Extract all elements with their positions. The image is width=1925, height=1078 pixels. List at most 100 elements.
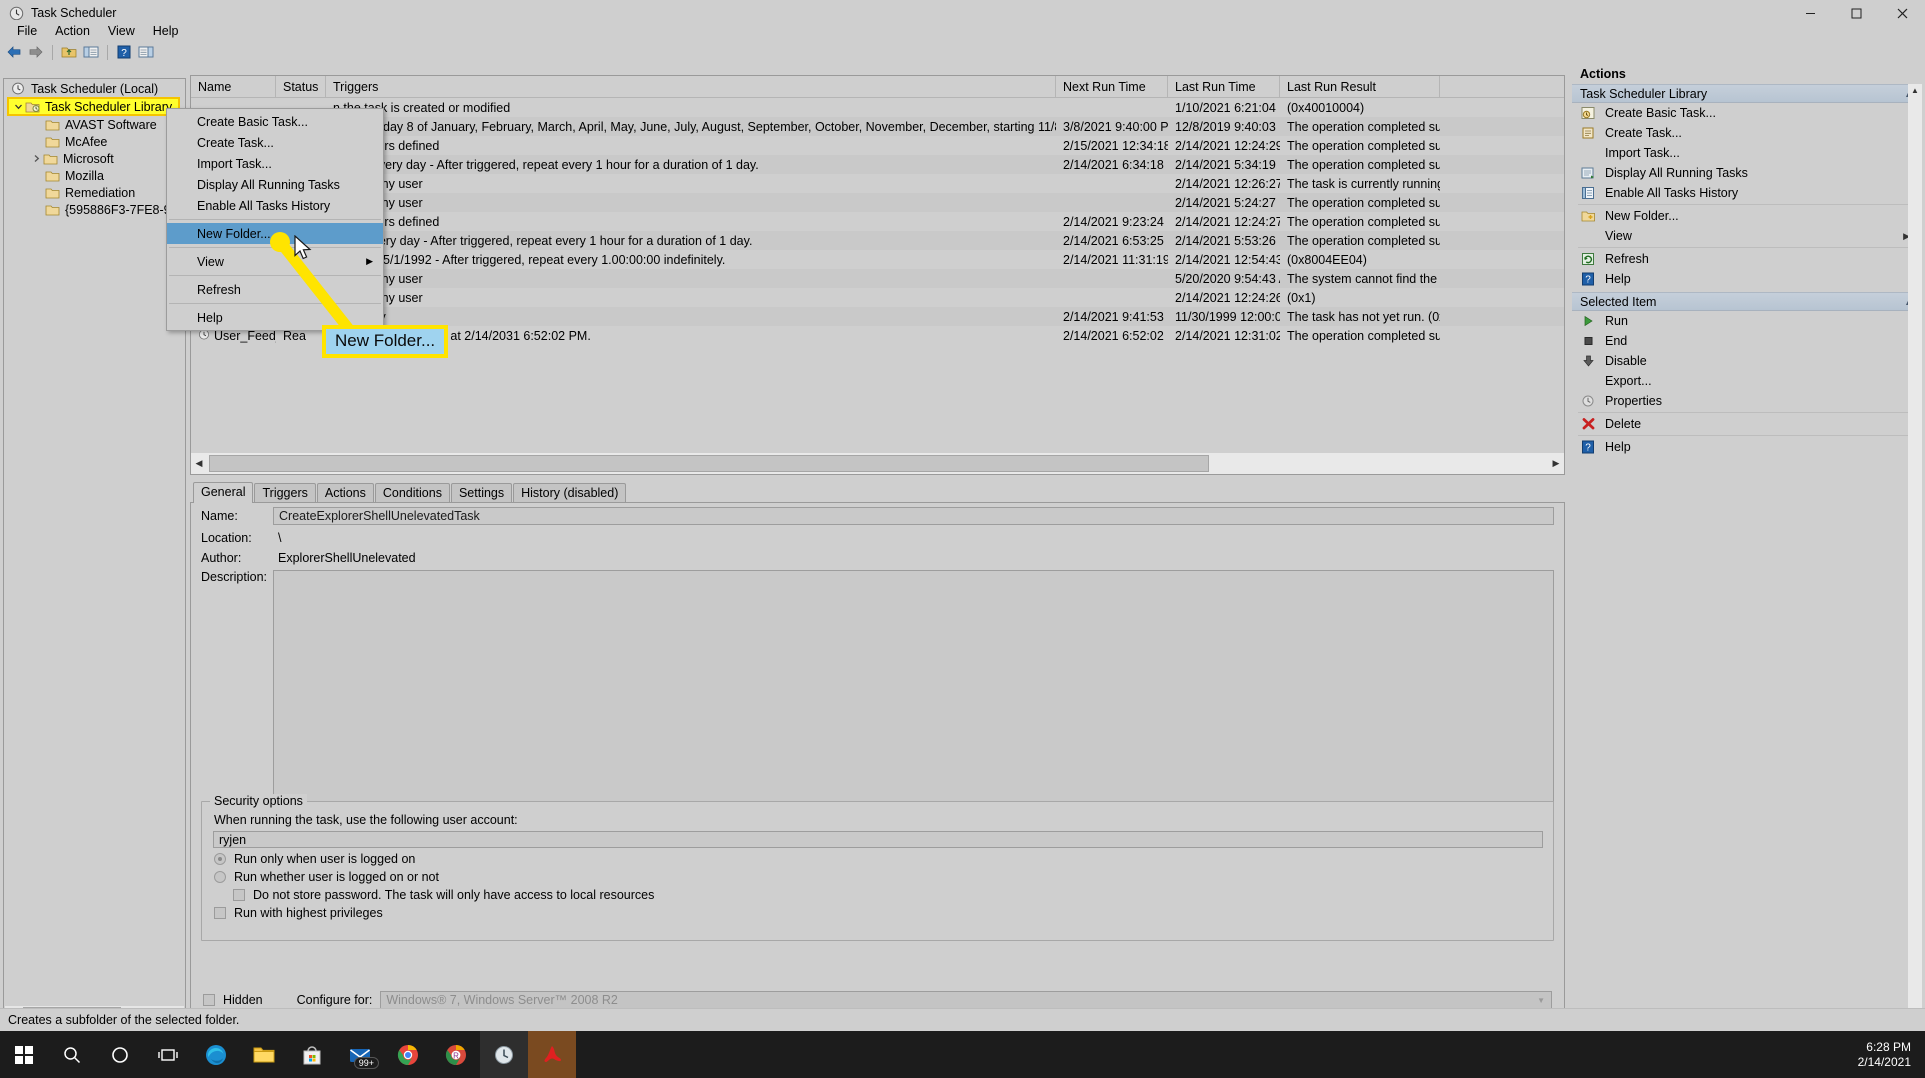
task-scheduler-button[interactable] [480, 1031, 528, 1078]
edge-button[interactable] [192, 1031, 240, 1078]
cortana-button[interactable] [96, 1031, 144, 1078]
task-view-button[interactable] [144, 1031, 192, 1078]
column-header-status[interactable]: Status [276, 76, 326, 98]
tab-actions[interactable]: Actions [316, 483, 374, 503]
microsoft-store-button[interactable] [288, 1031, 336, 1078]
checkbox-icon[interactable] [233, 889, 245, 901]
scroll-right-icon[interactable]: ▶ [1548, 458, 1564, 469]
tab-conditions[interactable]: Conditions [374, 483, 450, 503]
action-run[interactable]: Run [1572, 311, 1922, 331]
tree-item-mcafee[interactable]: McAfee [5, 133, 184, 150]
tree-item-mozilla[interactable]: Mozilla [5, 167, 184, 184]
tree-item-avast-software[interactable]: AVAST Software [5, 116, 184, 133]
action-create-task[interactable]: Create Task... [1572, 123, 1922, 143]
actions-section-task-scheduler-library[interactable]: Task Scheduler Library ▲ [1572, 84, 1922, 103]
description-field[interactable] [273, 570, 1554, 802]
search-button[interactable] [48, 1031, 96, 1078]
column-header-last-run-result[interactable]: Last Run Result [1280, 76, 1440, 98]
context-menu-item-display-all-running-tasks[interactable]: Display All Running Tasks [167, 174, 383, 195]
action-import-task[interactable]: Import Task... [1572, 143, 1922, 163]
context-menu-item-import-task[interactable]: Import Task... [167, 153, 383, 174]
show-action-pane-icon[interactable] [136, 43, 156, 62]
file-explorer-button[interactable] [240, 1031, 288, 1078]
task-list-horizontal-scrollbar[interactable]: ◀ ▶ [191, 453, 1564, 474]
show-hide-tree-icon[interactable] [81, 43, 101, 62]
column-header-last-run-time[interactable]: Last Run Time [1168, 76, 1280, 98]
taskbar-clock[interactable]: 6:28 PM 2/14/2021 [1858, 1040, 1911, 1070]
configure-for-select[interactable]: Windows® 7, Windows Server™ 2008 R2 ▼ [380, 991, 1552, 1009]
column-header-triggers[interactable]: Triggers [326, 76, 1056, 98]
scroll-up-icon[interactable]: ▲ [1908, 84, 1922, 98]
menu-help[interactable]: Help [144, 22, 188, 40]
start-button[interactable] [0, 1031, 48, 1078]
chevron-down-icon[interactable]: ▼ [1537, 996, 1545, 1005]
acrobat-button[interactable] [528, 1031, 576, 1078]
table-row[interactable]: 0 PM on day 8 of January, February, Marc… [191, 117, 1564, 136]
action-end[interactable]: End [1572, 331, 1922, 351]
action-properties[interactable]: Properties [1572, 391, 1922, 411]
action-export[interactable]: Export... [1572, 371, 1922, 391]
column-header-name[interactable]: Name [191, 76, 276, 98]
table-row[interactable]: g on of any user 2/14/2021 12:26:27 PM T… [191, 174, 1564, 193]
column-header-next-run-time[interactable]: Next Run Time [1056, 76, 1168, 98]
action-disable[interactable]: Disable [1572, 351, 1922, 371]
chevron-right-icon[interactable] [29, 154, 43, 163]
tree-item-guid-folder[interactable]: {595886F3-7FE8-9( [5, 201, 184, 218]
up-folder-icon[interactable] [59, 43, 79, 62]
action-enable-all-tasks-history[interactable]: Enable All Tasks History [1572, 183, 1922, 203]
menu-view[interactable]: View [99, 22, 144, 40]
scroll-left-icon[interactable]: ◀ [191, 458, 207, 469]
user-account-field[interactable]: ryjen [213, 831, 1543, 848]
chrome-beta-button[interactable]: R [432, 1031, 480, 1078]
actions-section-selected-item[interactable]: Selected Item ▲ [1572, 292, 1922, 311]
tab-history[interactable]: History (disabled) [513, 483, 627, 503]
tree-item-task-scheduler-library[interactable]: Task Scheduler Library [7, 97, 180, 116]
radio-icon[interactable] [214, 853, 226, 865]
table-row[interactable]: g on of any user 2/14/2021 12:24:26 PM (… [191, 288, 1564, 307]
radio-icon[interactable] [214, 871, 226, 883]
scroll-thumb[interactable] [209, 455, 1209, 472]
name-field[interactable]: CreateExplorerShellUnelevatedTask [273, 507, 1554, 525]
context-menu-item-view[interactable]: View ▶ [167, 251, 383, 272]
mail-button[interactable]: 99+ [336, 1031, 384, 1078]
table-row[interactable]: g on of any user 5/20/2020 9:54:43 AM Th… [191, 269, 1564, 288]
context-menu-item-refresh[interactable]: Refresh [167, 279, 383, 300]
tab-triggers[interactable]: Triggers [254, 483, 316, 503]
action-display-all-running-tasks[interactable]: Display All Running Tasks [1572, 163, 1922, 183]
action-new-folder[interactable]: New Folder... [1572, 206, 1922, 226]
table-row[interactable]: 0 PM on 5/1/1992 - After triggered, repe… [191, 250, 1564, 269]
table-row[interactable]: g on of any user 2/14/2021 5:24:27 PM Th… [191, 193, 1564, 212]
forward-arrow-icon[interactable] [26, 43, 46, 62]
help-icon[interactable]: ? [114, 43, 134, 62]
hidden-checkbox-icon[interactable] [203, 994, 215, 1006]
action-help-selected[interactable]: ? Help [1572, 437, 1922, 457]
table-row[interactable]: n the task is created or modified 1/10/2… [191, 98, 1564, 117]
context-menu-item-create-basic-task[interactable]: Create Basic Task... [167, 111, 383, 132]
table-row[interactable]: ple triggers defined 2/14/2021 9:23:24 P… [191, 212, 1564, 231]
table-row[interactable]: 3 PM every day - After triggered, repeat… [191, 231, 1564, 250]
context-menu-item-create-task[interactable]: Create Task... [167, 132, 383, 153]
radio-run-whether-logged-on-or-not[interactable]: Run whether user is logged on or not [202, 866, 1553, 884]
action-view[interactable]: View ▶ [1572, 226, 1922, 246]
chevron-right-icon[interactable]: ▶ [366, 256, 373, 267]
tree-item-microsoft[interactable]: Microsoft [5, 150, 184, 167]
action-help[interactable]: ? Help [1572, 269, 1922, 289]
action-delete[interactable]: Delete [1572, 414, 1922, 434]
actions-pane-scrollbar[interactable]: ▲ [1908, 84, 1922, 1022]
menu-action[interactable]: Action [46, 22, 99, 40]
table-row[interactable]: 1 PM day 2/14/2021 9:41:53 PM 11/30/1999… [191, 307, 1564, 326]
tree-item-remediation[interactable]: Remediation [5, 184, 184, 201]
table-row[interactable]: ple triggers defined 2/15/2021 12:34:18 … [191, 136, 1564, 155]
back-arrow-icon[interactable] [4, 43, 24, 62]
checkbox-icon[interactable] [214, 907, 226, 919]
tree-item-task-scheduler-local[interactable]: Task Scheduler (Local) [5, 80, 184, 97]
tab-general[interactable]: General [193, 482, 254, 503]
chrome-button[interactable] [384, 1031, 432, 1078]
checkbox-do-not-store-password[interactable]: Do not store password. The task will onl… [202, 884, 1553, 902]
radio-run-only-when-logged-on[interactable]: Run only when user is logged on [202, 848, 1553, 866]
chevron-down-icon[interactable] [11, 102, 25, 111]
action-create-basic-task[interactable]: Create Basic Task... [1572, 103, 1922, 123]
context-menu-item-enable-all-tasks-history[interactable]: Enable All Tasks History [167, 195, 383, 216]
table-row[interactable]: 34 AM every day - After triggered, repea… [191, 155, 1564, 174]
action-refresh[interactable]: Refresh [1572, 249, 1922, 269]
